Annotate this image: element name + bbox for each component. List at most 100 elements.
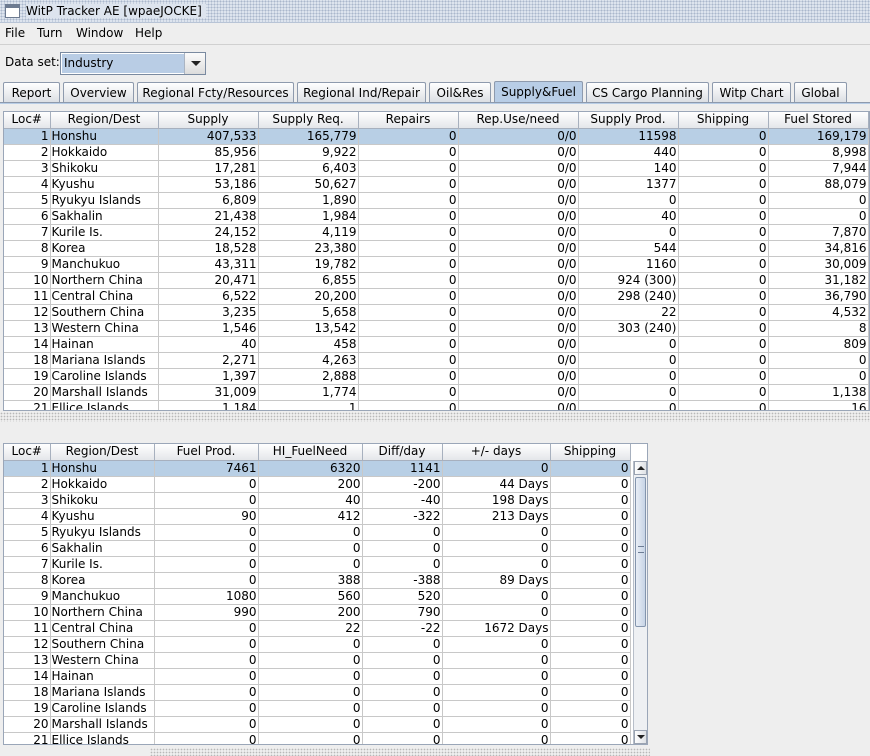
dataset-select[interactable]: Industry: [60, 52, 206, 75]
table-cell[interactable]: 4,532: [768, 304, 869, 321]
table-cell[interactable]: 6320: [258, 460, 363, 477]
table-cell[interactable]: 0: [154, 668, 259, 685]
table-cell[interactable]: 0/0: [458, 144, 579, 161]
table-cell[interactable]: 0: [678, 304, 769, 321]
region-cell[interactable]: Ryukyu Islands: [50, 524, 155, 541]
table-cell[interactable]: 0: [578, 336, 679, 353]
table-cell[interactable]: 0: [358, 368, 459, 385]
table-cell[interactable]: 0: [258, 556, 363, 573]
table-cell[interactable]: 0: [154, 492, 259, 509]
table-cell[interactable]: 0: [550, 524, 631, 541]
table-row[interactable]: 11 Central China 6,522 20,200 0 0/0 298 (240) 0…: [4, 288, 869, 305]
table-cell[interactable]: 0: [358, 160, 459, 177]
table-cell[interactable]: 790: [362, 604, 443, 621]
column-header[interactable]: +/- days: [442, 444, 551, 461]
region-cell[interactable]: Ellice Islands: [50, 400, 159, 410]
tab-regional-ind-repair[interactable]: Regional Ind/Repair: [297, 82, 426, 103]
table-cell[interactable]: 13: [4, 320, 51, 337]
table-cell[interactable]: -388: [362, 572, 443, 589]
table-cell[interactable]: 169,179: [768, 128, 869, 145]
region-cell[interactable]: Honshu: [50, 460, 155, 477]
table-row[interactable]: 7 Kurile Is. 24,152 4,119 0 0/0 0 0 7,870: [4, 224, 869, 241]
column-header[interactable]: Rep.Use/need: [458, 112, 579, 129]
table-cell[interactable]: 88,079: [768, 176, 869, 193]
table-cell[interactable]: 440: [578, 144, 679, 161]
table-cell[interactable]: 0: [258, 684, 363, 701]
table-cell[interactable]: 0/0: [458, 304, 579, 321]
column-header[interactable]: Shipping: [678, 112, 769, 129]
table-cell[interactable]: 0: [550, 652, 631, 669]
table-cell[interactable]: 5,658: [258, 304, 359, 321]
table-cell[interactable]: 8: [768, 320, 869, 337]
table-cell[interactable]: 22: [578, 304, 679, 321]
table-cell[interactable]: 0: [550, 572, 631, 589]
table-cell[interactable]: 0: [768, 368, 869, 385]
menu-file[interactable]: File: [5, 26, 25, 40]
table-cell[interactable]: 40: [578, 208, 679, 225]
table-cell[interactable]: 298 (240): [578, 288, 679, 305]
table-cell[interactable]: 4: [4, 176, 51, 193]
table-cell[interactable]: -40: [362, 492, 443, 509]
table-cell[interactable]: 53,186: [158, 176, 259, 193]
table-cell[interactable]: 17,281: [158, 160, 259, 177]
table-cell[interactable]: 0: [768, 208, 869, 225]
table-cell[interactable]: 0: [768, 192, 869, 209]
region-cell[interactable]: Ellice Islands: [50, 732, 155, 744]
table-cell[interactable]: 0: [362, 732, 443, 744]
table-cell[interactable]: 388: [258, 572, 363, 589]
table-cell[interactable]: 0: [362, 668, 443, 685]
table-row[interactable]: 3 Shikoku 17,281 6,403 0 0/0 140 0 7,944: [4, 160, 869, 177]
region-cell[interactable]: Manchukuo: [50, 256, 159, 273]
region-cell[interactable]: Hokkaido: [50, 476, 155, 493]
table-cell[interactable]: 1141: [362, 460, 443, 477]
table-row[interactable]: 19 Caroline Islands 1,397 2,888 0 0/0 0 0 0: [4, 368, 869, 385]
table-cell[interactable]: 2,888: [258, 368, 359, 385]
table-row[interactable]: 21 Ellice Islands 0 0 0 0 0: [4, 732, 631, 744]
table-cell[interactable]: 0: [550, 684, 631, 701]
table-row[interactable]: 6 Sakhalin 0 0 0 0 0: [4, 540, 631, 557]
table-cell[interactable]: 1: [258, 400, 359, 410]
table-row[interactable]: 4 Kyushu 53,186 50,627 0 0/0 1377 0 88,079: [4, 176, 869, 193]
table-cell[interactable]: 0: [358, 352, 459, 369]
table-cell[interactable]: 0/0: [458, 240, 579, 257]
table-cell[interactable]: 2: [4, 476, 51, 493]
table-cell[interactable]: 0: [550, 588, 631, 605]
table-cell[interactable]: 0: [362, 636, 443, 653]
table-cell[interactable]: 0: [362, 716, 443, 733]
table-cell[interactable]: -322: [362, 508, 443, 525]
table-row[interactable]: 18 Mariana Islands 2,271 4,263 0 0/0 0 0 0: [4, 352, 869, 369]
bottom-resize-grip[interactable]: [150, 748, 650, 756]
table-cell[interactable]: 0: [258, 652, 363, 669]
table-cell[interactable]: 0: [358, 240, 459, 257]
table-cell[interactable]: 1,890: [258, 192, 359, 209]
table-cell[interactable]: 19: [4, 700, 51, 717]
table-cell[interactable]: 0: [358, 320, 459, 337]
table-cell[interactable]: 20,471: [158, 272, 259, 289]
table-cell[interactable]: 0: [550, 540, 631, 557]
table-cell[interactable]: 0: [550, 668, 631, 685]
table-cell[interactable]: 21: [4, 732, 51, 744]
tab-cs-cargo-planning[interactable]: CS Cargo Planning: [586, 82, 709, 103]
table-cell[interactable]: 1,546: [158, 320, 259, 337]
table-cell[interactable]: 0: [578, 224, 679, 241]
table-cell[interactable]: 7,944: [768, 160, 869, 177]
table-cell[interactable]: 85,956: [158, 144, 259, 161]
table-cell[interactable]: 0: [550, 636, 631, 653]
column-header[interactable]: Fuel Prod.: [154, 444, 259, 461]
table-cell[interactable]: 20: [4, 384, 51, 401]
table-cell[interactable]: 198 Days: [442, 492, 551, 509]
table-cell[interactable]: 19: [4, 368, 51, 385]
column-header[interactable]: Loc#: [4, 444, 51, 461]
table-cell[interactable]: 0: [362, 540, 443, 557]
table-cell[interactable]: 0/0: [458, 208, 579, 225]
table-cell[interactable]: 0/0: [458, 288, 579, 305]
table-cell[interactable]: 14: [4, 336, 51, 353]
table-cell[interactable]: 0: [358, 256, 459, 273]
table-cell[interactable]: 0: [154, 620, 259, 637]
table-cell[interactable]: 0: [358, 400, 459, 410]
menu-turn[interactable]: Turn: [37, 26, 62, 40]
table-cell[interactable]: 0: [578, 368, 679, 385]
table-row[interactable]: 11 Central China 0 22 -22 1672 Days 0: [4, 620, 631, 637]
table-cell[interactable]: 0: [258, 668, 363, 685]
table-row[interactable]: 5 Ryukyu Islands 0 0 0 0 0: [4, 524, 631, 541]
